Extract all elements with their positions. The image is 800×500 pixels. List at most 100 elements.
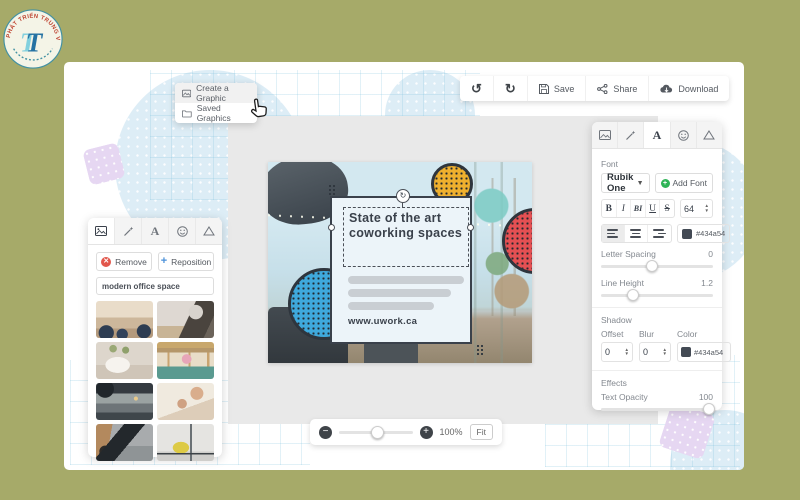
photo-furniture bbox=[364, 341, 418, 363]
bold-italic-button[interactable]: BI bbox=[631, 200, 646, 217]
tab-shapes[interactable] bbox=[697, 122, 722, 148]
undo-button[interactable]: ↺ bbox=[460, 76, 493, 101]
line-height-value: 1.2 bbox=[701, 278, 713, 288]
tab-stickers[interactable] bbox=[169, 218, 196, 244]
align-right-button[interactable] bbox=[648, 225, 671, 242]
text-selection-box[interactable]: State of the art coworking spaces bbox=[343, 207, 469, 267]
underline-button[interactable]: U bbox=[646, 200, 661, 217]
stepper-arrows-icon[interactable]: ▲▼ bbox=[705, 204, 709, 213]
placeholder-bar bbox=[348, 289, 451, 297]
align-left-button[interactable] bbox=[602, 225, 625, 242]
image-icon bbox=[599, 130, 611, 140]
redo-button[interactable]: ↻ bbox=[493, 76, 527, 101]
image-thumbnail[interactable] bbox=[157, 424, 214, 461]
design-card[interactable]: State of the art coworking spaces ↻ www.… bbox=[330, 196, 472, 344]
tab-shapes[interactable] bbox=[196, 218, 222, 244]
image-action-row: ✕ Remove + Reposition bbox=[88, 245, 222, 271]
text-opacity-label: Text Opacity bbox=[601, 392, 648, 402]
zoom-slider-knob[interactable] bbox=[371, 426, 384, 439]
slider-knob[interactable] bbox=[703, 403, 715, 415]
divider bbox=[592, 370, 722, 371]
tab-text[interactable]: A bbox=[644, 122, 670, 148]
share-button[interactable]: Share bbox=[585, 76, 648, 101]
image-thumbnail[interactable] bbox=[96, 301, 153, 338]
text-opacity-slider[interactable] bbox=[601, 408, 713, 411]
font-family-select[interactable]: Rubik One ▼ bbox=[601, 173, 650, 193]
shadow-blur-field: Blur 0 ▲▼ bbox=[639, 329, 671, 362]
folder-icon bbox=[182, 109, 192, 118]
strikethrough-button[interactable]: S bbox=[660, 200, 674, 217]
add-font-label: Add Font bbox=[673, 178, 708, 188]
image-thumbnail[interactable] bbox=[96, 383, 153, 420]
cursor-pointer-icon bbox=[248, 96, 270, 125]
menu-item-create-graphic[interactable]: Create a Graphic bbox=[175, 83, 257, 103]
selection-handle-left[interactable] bbox=[328, 224, 335, 231]
italic-button[interactable]: I bbox=[617, 200, 632, 217]
tab-effects[interactable] bbox=[115, 218, 142, 244]
share-icon bbox=[597, 84, 608, 94]
image-thumbnail[interactable] bbox=[96, 342, 153, 379]
zoom-out-button[interactable]: − bbox=[319, 426, 332, 439]
text-tab-icon: A bbox=[653, 128, 662, 143]
image-thumbnail[interactable] bbox=[157, 342, 214, 379]
font-size-stepper[interactable]: 64 ▲▼ bbox=[680, 199, 713, 218]
smiley-icon bbox=[177, 226, 188, 237]
image-thumbnail[interactable] bbox=[157, 383, 214, 420]
shadow-color-picker[interactable]: #434a54 bbox=[677, 342, 731, 362]
font-color-picker[interactable]: #434a54 bbox=[677, 224, 730, 243]
selection-handle-right[interactable] bbox=[467, 224, 474, 231]
image-thumbnail[interactable] bbox=[96, 424, 153, 461]
reposition-plus-icon: + bbox=[161, 256, 167, 267]
placeholder-bar bbox=[348, 302, 434, 310]
slider-knob[interactable] bbox=[646, 260, 658, 272]
letter-spacing-slider[interactable] bbox=[601, 265, 713, 268]
shadow-blur-label: Blur bbox=[639, 329, 671, 339]
stepper-arrows-icon[interactable]: ▲▼ bbox=[625, 348, 629, 357]
reposition-button[interactable]: + Reposition bbox=[158, 252, 214, 271]
zoom-in-button[interactable]: + bbox=[420, 426, 433, 439]
reposition-label: Reposition bbox=[171, 257, 211, 267]
search-input[interactable] bbox=[102, 282, 211, 291]
image-thumbnail[interactable] bbox=[157, 301, 214, 338]
text-opacity-value: 100 bbox=[699, 392, 713, 402]
text-tab-icon: A bbox=[151, 224, 160, 239]
design-url-text[interactable]: www.uwork.ca bbox=[348, 316, 417, 327]
resize-dots-handle[interactable] bbox=[328, 184, 336, 196]
redo-icon: ↻ bbox=[505, 82, 516, 95]
shadow-offset-stepper[interactable]: 0 ▲▼ bbox=[601, 342, 633, 362]
tab-stickers[interactable] bbox=[671, 122, 697, 148]
add-font-button[interactable]: + Add Font bbox=[655, 173, 714, 193]
shadow-color-field: Color #434a54 bbox=[677, 329, 731, 362]
design-background-photo[interactable]: State of the art coworking spaces ↻ www.… bbox=[268, 162, 532, 363]
editor-window: State of the art coworking spaces ↻ www.… bbox=[64, 62, 744, 470]
graphics-menu: Create a Graphic Saved Graphics bbox=[175, 83, 257, 123]
tab-text[interactable]: A bbox=[142, 218, 169, 244]
text-settings-panel: A Font Rubik One ▼ + Add Font B I bbox=[592, 122, 722, 410]
shadow-blur-stepper[interactable]: 0 ▲▼ bbox=[639, 342, 671, 362]
image-icon bbox=[182, 89, 191, 98]
triangle-icon bbox=[703, 130, 715, 140]
magic-wand-icon bbox=[625, 130, 636, 141]
align-center-button[interactable] bbox=[625, 225, 648, 242]
line-height-slider[interactable] bbox=[601, 294, 713, 297]
slider-knob[interactable] bbox=[627, 289, 639, 301]
rotate-handle-icon[interactable]: ↻ bbox=[396, 189, 410, 203]
remove-button[interactable]: ✕ Remove bbox=[96, 252, 152, 271]
zoom-slider[interactable] bbox=[339, 431, 413, 434]
tab-effects[interactable] bbox=[618, 122, 644, 148]
tab-images[interactable] bbox=[88, 218, 115, 244]
text-align-group bbox=[601, 224, 672, 243]
tab-images[interactable] bbox=[592, 122, 618, 148]
resize-dots-handle[interactable] bbox=[476, 344, 484, 356]
download-button[interactable]: Download bbox=[648, 76, 729, 101]
fit-button[interactable]: Fit bbox=[470, 424, 493, 440]
save-button[interactable]: Save bbox=[527, 76, 586, 101]
left-panel-tabs: A bbox=[88, 218, 222, 245]
images-panel: A ✕ Remove + Reposition bbox=[88, 218, 222, 457]
shadow-offset-label: Offset bbox=[601, 329, 633, 339]
color-swatch bbox=[681, 347, 691, 357]
bold-button[interactable]: B bbox=[602, 200, 617, 217]
stepper-arrows-icon[interactable]: ▲▼ bbox=[663, 348, 667, 357]
design-title-text[interactable]: State of the art coworking spaces bbox=[349, 211, 467, 242]
menu-item-saved-graphics[interactable]: Saved Graphics bbox=[175, 103, 257, 123]
